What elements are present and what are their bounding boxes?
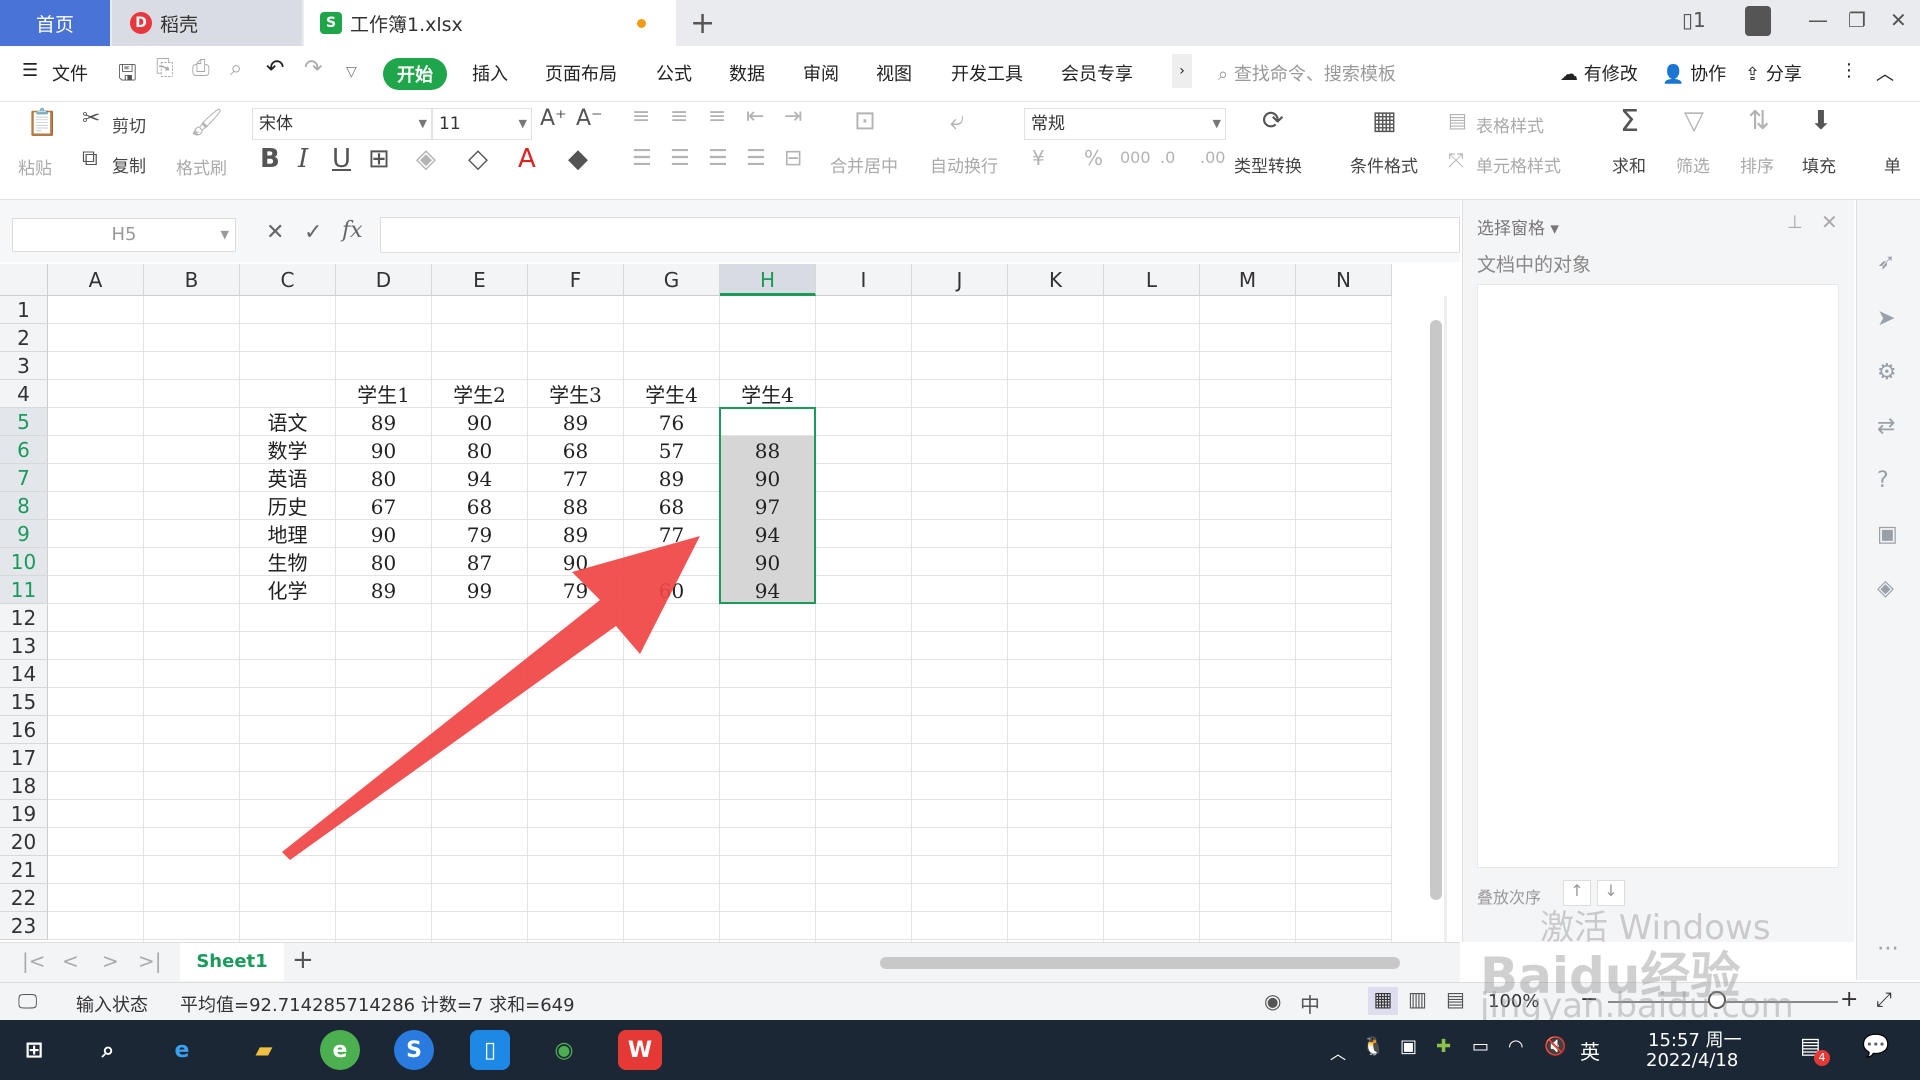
zoom-in-icon[interactable]: + [1840,987,1858,1012]
shield-icon[interactable]: ◈ [1877,576,1894,601]
windows-start-icon[interactable]: ⊞ [14,1030,54,1070]
folder-icon[interactable]: ▰ [244,1030,284,1070]
rocket-icon[interactable]: ➶ [1877,250,1895,275]
battery-icon[interactable]: ▭ [1472,1036,1489,1057]
pane-close-icon[interactable]: ✕ [1821,210,1838,234]
more-icon[interactable]: ⋯ [1877,936,1899,961]
tray-plus-icon[interactable]: ✚ [1436,1036,1451,1057]
search-icon[interactable]: ⌕ [88,1030,128,1070]
wps-icon[interactable]: W [618,1030,662,1070]
transfer-icon[interactable]: ⇄ [1877,414,1895,439]
eye-protect-icon[interactable]: ◉ [1264,989,1281,1013]
settings-sliders-icon[interactable]: ⚙ [1877,360,1897,385]
wifi-icon[interactable]: ◠ [1508,1036,1524,1057]
cursor-icon[interactable]: ➤ [1877,306,1895,331]
wechat-icon[interactable]: ◉ [544,1030,584,1070]
add-sheet-icon[interactable]: + [292,945,314,975]
action-center-icon[interactable]: 💬 [1862,1034,1889,1059]
phone-app-icon[interactable]: ▯ [470,1030,510,1070]
h-scroll-thumb[interactable] [880,957,1400,969]
selection-pane: 选择窗格 ▾ ⊥ ✕ 文档中的对象 叠放次序 ↑ ↓ [1462,200,1854,942]
ime-indicator[interactable]: 英 [1580,1036,1600,1065]
tray-chevron-icon[interactable]: ︿ [1330,1040,1346,1064]
volume-mute-icon[interactable]: 🔇 [1544,1036,1566,1057]
page-break-view-icon[interactable]: ▤ [1446,987,1465,1011]
ie-browser-icon[interactable]: e [162,1030,202,1070]
image-icon[interactable]: ▣ [1877,522,1898,547]
sheet-tab[interactable]: Sheet1 [180,943,284,981]
fullscreen-icon[interactable]: ⤢ [1876,987,1892,1011]
clock-time[interactable]: 15:57 周一 [1648,1026,1742,1052]
monitor-icon[interactable]: 🖵 [18,989,37,1013]
selection-summary: 平均值=92.714285714286 计数=7 求和=649 [180,995,575,1016]
next-sheet-icon[interactable]: > [102,949,119,973]
clock-date[interactable]: 2022/4/18 [1646,1050,1738,1071]
objects-heading: 文档中的对象 [1477,254,1592,276]
notif-badge: 4 [1814,1050,1830,1066]
windows-taskbar: ⊞ ⌕ e ▰ e S ▯ ◉ W ︿ 🐧 ▣ ✚ ▭ ◠ 🔇 英 15:57 … [0,1020,1920,1080]
help-icon[interactable]: ? [1877,468,1889,493]
sogou-icon[interactable]: S [394,1030,434,1070]
pin-icon[interactable]: ⊥ [1787,212,1803,233]
pane-title-label: 选择窗格 [1477,219,1545,239]
normal-view-icon[interactable]: ▦ [1368,987,1398,1015]
prev-sheet-icon[interactable]: < [62,949,79,973]
arrow-shape [282,536,700,860]
side-toolbar: ➶ ➤ ⚙ ⇄ ? ▣ ◈ ⋯ [1856,200,1920,980]
objects-list[interactable] [1477,284,1839,868]
sheet-bar: |< < > >| Sheet1 + [0,942,1460,982]
stack-order-label: 叠放次序 [1477,888,1542,907]
input-status: 输入状态 [76,995,148,1016]
tray-app-icon[interactable]: ▣ [1400,1036,1417,1057]
page-layout-view-icon[interactable]: ▥ [1408,987,1427,1011]
first-sheet-icon[interactable]: |< [22,949,46,973]
last-sheet-icon[interactable]: >| [138,949,162,973]
pane-title[interactable]: 选择窗格 ▾ [1477,214,1559,239]
qq-icon[interactable]: 🐧 [1362,1036,1384,1057]
ime-icon[interactable]: 中 [1300,989,1320,1018]
browser-icon[interactable]: e [320,1030,360,1070]
